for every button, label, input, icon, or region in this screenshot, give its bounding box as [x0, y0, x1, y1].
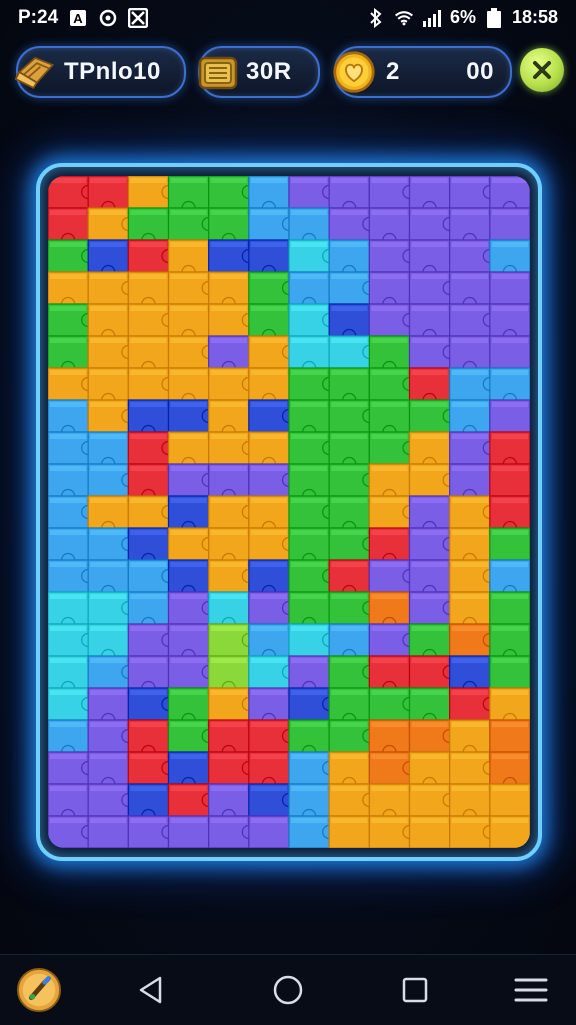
puzzle-piece[interactable]	[489, 591, 530, 625]
puzzle-piece[interactable]	[489, 463, 530, 497]
puzzle-piece[interactable]	[408, 815, 451, 848]
navigation-bar	[0, 954, 576, 1025]
home-button[interactable]	[265, 967, 311, 1013]
puzzle-piece[interactable]	[489, 527, 530, 561]
signal-icon	[422, 8, 442, 28]
status-right: 6% 18:58	[366, 7, 558, 28]
back-icon	[139, 976, 162, 1004]
notification-a-icon: A	[68, 8, 88, 28]
recents-button[interactable]	[392, 967, 438, 1013]
gold-heart-coin-icon	[332, 50, 376, 94]
clock: 18:58	[511, 7, 558, 27]
menu-icon	[514, 978, 548, 1002]
hint-brush-icon	[16, 967, 62, 1013]
puzzle-piece[interactable]	[489, 815, 530, 848]
player-name: TPnlo10	[64, 58, 161, 85]
puzzle-grid[interactable]	[48, 176, 530, 848]
back-button[interactable]	[128, 967, 174, 1013]
hint-brush-button[interactable]	[16, 967, 62, 1013]
puzzle-piece[interactable]	[489, 335, 530, 369]
puzzle-piece[interactable]	[489, 655, 530, 689]
coins-count: 30R	[246, 58, 292, 85]
svg-text:A: A	[73, 11, 83, 26]
puzzle-piece[interactable]	[489, 719, 530, 753]
puzzle-piece[interactable]	[248, 815, 290, 848]
status-left-text: P:24	[18, 7, 59, 28]
treasure-chest-icon	[196, 50, 240, 94]
close-icon	[533, 61, 551, 79]
shield-icon	[98, 8, 118, 28]
coins-pill[interactable]: 30R	[198, 46, 320, 98]
lives-count: 2	[386, 58, 400, 85]
image-icon	[128, 8, 149, 28]
lives-pill[interactable]: 2 00	[332, 46, 512, 98]
puzzle-piece[interactable]	[167, 815, 210, 848]
recents-icon	[402, 977, 428, 1003]
status-bar: P:24 A 6% 18:58	[0, 0, 576, 36]
battery-percent: 6%	[449, 7, 476, 27]
puzzle-piece[interactable]	[328, 815, 370, 848]
bluetooth-icon	[366, 7, 386, 28]
puzzle-piece[interactable]	[489, 783, 530, 817]
lives-timer: 00	[466, 58, 494, 85]
puzzle-piece[interactable]	[489, 207, 530, 241]
puzzle-piece[interactable]	[87, 815, 129, 848]
battery-icon	[484, 7, 504, 28]
player-name-pill[interactable]: TPnlo10	[14, 46, 186, 98]
puzzle-piece[interactable]	[489, 271, 530, 305]
puzzle-board[interactable]	[48, 176, 530, 848]
menu-button[interactable]	[508, 967, 554, 1013]
wood-badge-icon	[14, 50, 58, 94]
status-left: P:24 A	[18, 7, 149, 29]
home-icon	[273, 975, 303, 1005]
wifi-icon	[394, 8, 414, 28]
close-button[interactable]	[520, 48, 564, 92]
puzzle-piece[interactable]	[489, 399, 530, 433]
